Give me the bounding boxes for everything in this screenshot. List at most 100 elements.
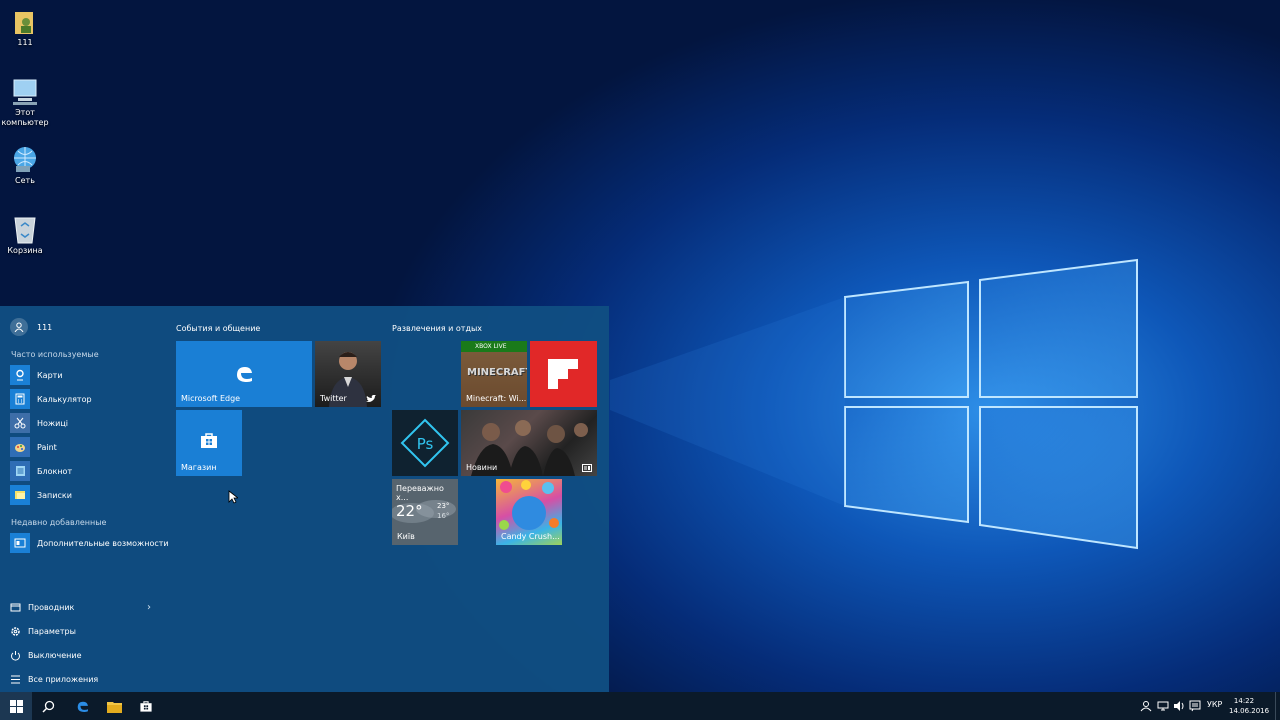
action-center-icon[interactable] — [1189, 700, 1201, 712]
xbox-live-badge: XBOX LIVE — [475, 343, 507, 350]
explorer-icon — [10, 603, 21, 612]
computer-icon — [13, 79, 37, 105]
search-icon — [41, 700, 54, 713]
taskbar-store[interactable] — [130, 692, 162, 720]
network-icon — [14, 147, 36, 172]
tile-label: Microsoft Edge — [181, 394, 241, 403]
tile-photoshop-express[interactable]: Ps — [392, 410, 458, 476]
tile-flipboard[interactable] — [530, 341, 597, 407]
twitter-bird-icon — [366, 395, 376, 402]
photoshop-icon: Ps — [400, 418, 450, 468]
app-label: Paint — [37, 442, 57, 452]
notepad-icon — [10, 461, 30, 481]
app-label: Блокнот — [37, 466, 73, 476]
recycle-bin-icon — [14, 217, 36, 244]
mouse-cursor — [228, 490, 238, 504]
app-sticky-notes[interactable]: Записки — [10, 485, 72, 505]
taskbar: УКР 14:22 14.06.2016 — [0, 692, 1280, 720]
start-button[interactable] — [0, 692, 32, 720]
app-label: Калькулятор — [37, 394, 92, 404]
language-indicator[interactable]: УКР — [1207, 700, 1222, 709]
app-label: Карти — [37, 370, 63, 380]
network-tray-icon[interactable] — [1157, 700, 1169, 712]
menu-power[interactable]: Выключение — [10, 650, 81, 661]
tile-candy-crush[interactable]: Candy Crush... — [496, 479, 562, 545]
people-icon[interactable] — [1140, 700, 1152, 712]
show-desktop-button[interactable] — [1275, 692, 1280, 720]
weather-low: 16° — [437, 512, 450, 520]
app-label: Ножиці — [37, 418, 68, 428]
app-calculator[interactable]: Калькулятор — [10, 389, 92, 409]
user-icon — [14, 322, 24, 332]
tile-news[interactable]: Новини — [461, 410, 597, 476]
clock-date: 14.06.2016 — [1229, 707, 1270, 715]
menu-file-explorer[interactable]: Проводник — [10, 602, 74, 613]
extras-icon — [10, 533, 30, 553]
windows-start-icon — [9, 699, 23, 713]
desktop-icon-label: Этот компьютер — [1, 108, 49, 127]
tile-microsoft-edge[interactable]: Microsoft Edge — [176, 341, 312, 407]
most-used-header: Часто используемые — [11, 350, 99, 359]
search-button[interactable] — [32, 692, 64, 720]
power-icon — [11, 651, 20, 661]
edge-icon — [77, 701, 88, 712]
desktop-icon-this-pc[interactable]: Этот компьютер — [0, 78, 50, 128]
volume-icon[interactable] — [1173, 700, 1185, 712]
app-notepad[interactable]: Блокнот — [10, 461, 72, 481]
menu-all-apps[interactable]: Все приложения — [10, 674, 98, 685]
desktop-icon-network[interactable]: Сеть — [0, 146, 50, 186]
taskbar-file-explorer[interactable] — [98, 692, 130, 720]
tile-group-header-left: События и общение — [176, 324, 261, 333]
news-badge-icon — [582, 464, 592, 472]
tile-label: Candy Crush... — [501, 532, 560, 541]
store-bag-icon — [140, 701, 152, 712]
tile-group-header-right: Развлечения и отдых — [392, 324, 483, 333]
app-extras[interactable]: Дополнительные возможности — [10, 533, 169, 553]
app-label: Записки — [37, 490, 72, 500]
minecraft-logo: MINECRAFT — [467, 367, 527, 378]
avatar — [10, 318, 28, 336]
scissors-icon — [10, 413, 30, 433]
tile-store[interactable]: Магазин — [176, 410, 242, 476]
paint-icon — [10, 437, 30, 457]
tile-minecraft[interactable]: XBOX LIVE MINECRAFT Minecraft: Wi... — [461, 341, 527, 407]
app-label: Дополнительные возможности — [37, 538, 169, 548]
chevron-right-icon[interactable]: › — [147, 602, 151, 613]
user-account[interactable]: 111 — [10, 318, 52, 336]
calculator-icon — [10, 389, 30, 409]
app-maps[interactable]: Карти — [10, 365, 63, 385]
app-paint[interactable]: Paint — [10, 437, 57, 457]
desktop-icon-label: Сеть — [15, 176, 35, 185]
clock[interactable]: 14:22 14.06.2016 — [1229, 696, 1270, 716]
tile-label: Магазин — [181, 463, 217, 472]
all-apps-icon — [11, 675, 20, 684]
menu-label: Выключение — [28, 651, 82, 660]
folder-icon — [106, 701, 122, 713]
clock-time: 14:22 — [1233, 697, 1255, 705]
menu-label: Проводник — [28, 603, 75, 612]
tile-weather[interactable]: Переважно х... 22° 23° 16° Київ — [392, 479, 458, 545]
tile-twitter[interactable]: Twitter — [315, 341, 381, 407]
recent-header: Недавно добавленные — [11, 518, 107, 527]
weather-city: Київ — [397, 532, 415, 541]
user-name: 111 — [37, 322, 53, 332]
menu-label: Параметры — [28, 627, 76, 636]
sticky-notes-icon — [10, 485, 30, 505]
taskbar-edge[interactable] — [66, 692, 98, 720]
weather-high: 23° — [437, 502, 450, 510]
tile-label: Twitter — [320, 394, 347, 403]
gear-icon — [11, 627, 20, 636]
store-bag-icon — [201, 433, 217, 448]
app-snipping-tool[interactable]: Ножиці — [10, 413, 68, 433]
desktop-icon-recycle-bin[interactable]: Корзина — [0, 214, 50, 256]
tile-label: Minecraft: Wi... — [466, 394, 527, 403]
menu-label: Все приложения — [28, 675, 99, 684]
flipboard-icon — [548, 359, 578, 389]
desktop-icon-label: 111 — [17, 38, 33, 47]
desktop-icon-user[interactable]: 111 — [0, 8, 50, 48]
tile-label: Новини — [466, 463, 498, 472]
maps-icon — [10, 365, 30, 385]
menu-settings[interactable]: Параметры — [10, 626, 76, 637]
user-folder-icon — [15, 12, 33, 34]
svg-text:Ps: Ps — [417, 435, 434, 453]
